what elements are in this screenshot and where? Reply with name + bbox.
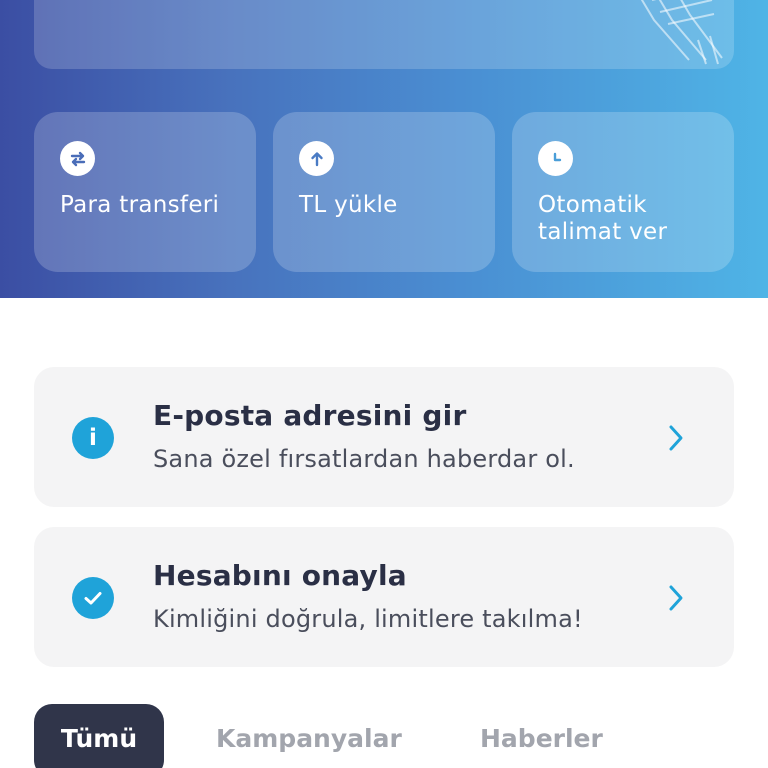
arrow-up-icon [299,141,334,176]
check-icon [72,577,114,619]
transfer-arrows-icon [60,141,95,176]
clock-icon [538,141,573,176]
tab-kampanyalar[interactable]: Kampanyalar [216,704,402,768]
quick-action-tl-yukle[interactable]: TL yükle [273,112,495,272]
feed-tabs: Tümü Kampanyalar Haberler [0,704,768,768]
header-hero: Para transferi TL yükle Otomatik talimat… [0,0,768,298]
email-card[interactable]: i E-posta adresini gir Sana özel fırsatl… [34,367,734,507]
card-title: E-posta adresini gir [153,399,467,432]
card-title: Hesabını onayla [153,559,407,592]
card-subtitle: Sana özel fırsatlardan haberdar ol. [153,445,575,473]
card-subtitle: Kimliğini doğrula, limitlere takılma! [153,605,583,633]
chevron-right-icon [669,585,683,611]
chevron-right-icon [669,425,683,451]
quick-action-para-transferi[interactable]: Para transferi [34,112,256,272]
promo-banner[interactable] [34,0,734,69]
tab-haberler[interactable]: Haberler [480,704,603,768]
quick-action-otomatik-talimat[interactable]: Otomatik talimat ver [512,112,734,272]
quick-action-label: Otomatik talimat ver [538,192,668,245]
info-icon: i [72,417,114,459]
quick-action-label: TL yükle [299,192,398,218]
card-illustration-icon [640,0,723,65]
tab-tumu[interactable]: Tümü [34,704,164,768]
quick-action-label: Para transferi [60,192,220,218]
verify-account-card[interactable]: Hesabını onayla Kimliğini doğrula, limit… [34,527,734,667]
